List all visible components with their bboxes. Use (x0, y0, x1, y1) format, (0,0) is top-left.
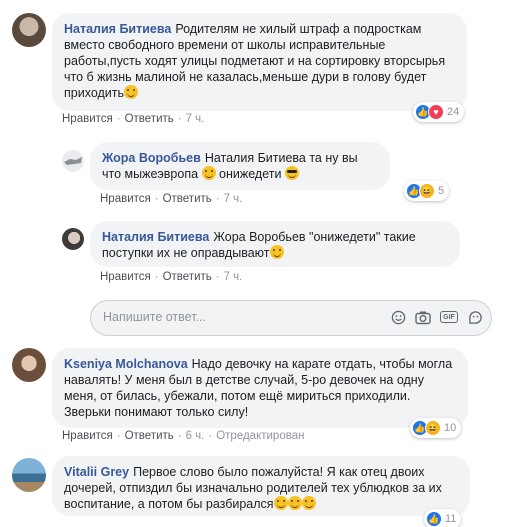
reaction-summary[interactable]: 👍 😆 5 (404, 181, 450, 201)
comment-bubble: Наталия Битиева Жора Воробьев "онижедети"… (90, 221, 460, 267)
edited-label[interactable]: Отредактирован (216, 430, 304, 442)
reply-box-icons: GIF (390, 309, 483, 325)
smiling-face-emoji (201, 166, 216, 180)
comment-author[interactable]: Наталия Битиева (64, 22, 171, 36)
like-button[interactable]: Нравится (100, 193, 151, 205)
comment-bubble: Vitalii Grey Первое слово было пожалуйста… (52, 456, 470, 516)
comment-time[interactable]: 6 ч. (186, 430, 205, 442)
comment-author[interactable]: Жора Воробьев (102, 151, 201, 165)
comment-actions: Нравится · Ответить · 6 ч. · Отредактирован (62, 430, 305, 442)
smiling-face-emoji (124, 85, 139, 99)
comment-author[interactable]: Наталия Битиева (102, 230, 209, 244)
reply-button[interactable]: Ответить (125, 430, 174, 442)
grinning-face-emoji (273, 496, 288, 510)
comment-bubble: Kseniya Molchanova Надо девочку на карате… (52, 348, 468, 428)
reaction-count: 24 (447, 106, 460, 118)
camera-icon[interactable] (415, 309, 431, 325)
gif-icon[interactable]: GIF (440, 311, 458, 323)
emoji-icon[interactable] (390, 309, 406, 325)
reaction-summary[interactable]: 👍 ♥ 24 (413, 102, 465, 122)
reaction-summary[interactable]: 👍 11 (424, 509, 462, 527)
sticker-icon[interactable] (467, 309, 483, 325)
reply-button[interactable]: Ответить (163, 193, 212, 205)
reaction-summary[interactable]: 👍 😆 10 (410, 418, 462, 438)
comment-bubble: Жора Воробьев Наталия Битиева та ну вы чт… (90, 142, 390, 190)
comment-text-tail: онижедети (215, 167, 282, 181)
reply-input[interactable] (103, 310, 363, 324)
comment-actions: Нравится · Ответить · 7 ч. (100, 271, 243, 283)
like-button[interactable]: Нравится (100, 271, 151, 283)
avatar[interactable] (12, 348, 46, 382)
haha-icon: 😆 (425, 420, 441, 436)
like-button[interactable]: Нравится (62, 113, 113, 125)
reaction-count: 11 (445, 513, 457, 525)
comment-time[interactable]: 7 ч. (224, 271, 243, 283)
avatar[interactable] (12, 13, 46, 47)
comment-actions: Нравится · Ответить · 7 ч. (62, 113, 205, 125)
comment-author[interactable]: Vitalii Grey (64, 465, 129, 479)
reply-input-box[interactable]: GIF (90, 300, 492, 336)
grinning-face-emoji (301, 496, 316, 510)
comment-bubble: Наталия Битиева Родителям не хилый штраф … (52, 13, 467, 111)
reaction-count: 5 (438, 185, 445, 197)
reply-button[interactable]: Ответить (125, 113, 174, 125)
like-button[interactable]: Нравится (62, 430, 113, 442)
reaction-count: 10 (444, 422, 457, 434)
grinning-face-emoji (287, 496, 302, 510)
reply-button[interactable]: Ответить (163, 271, 212, 283)
comment-author[interactable]: Kseniya Molchanova (64, 357, 188, 371)
avatar[interactable] (12, 458, 46, 492)
love-icon: ♥ (428, 104, 444, 120)
comment-time[interactable]: 7 ч. (186, 113, 205, 125)
like-icon: 👍 (426, 511, 442, 527)
comment-time[interactable]: 7 ч. (224, 193, 243, 205)
avatar[interactable] (62, 228, 84, 250)
comment-actions: Нравится · Ответить · 7 ч. (100, 193, 243, 205)
avatar[interactable] (62, 150, 84, 172)
smiling-face-emoji (269, 245, 284, 259)
haha-icon: 😆 (419, 183, 435, 199)
sunglasses-emoji (284, 166, 299, 180)
